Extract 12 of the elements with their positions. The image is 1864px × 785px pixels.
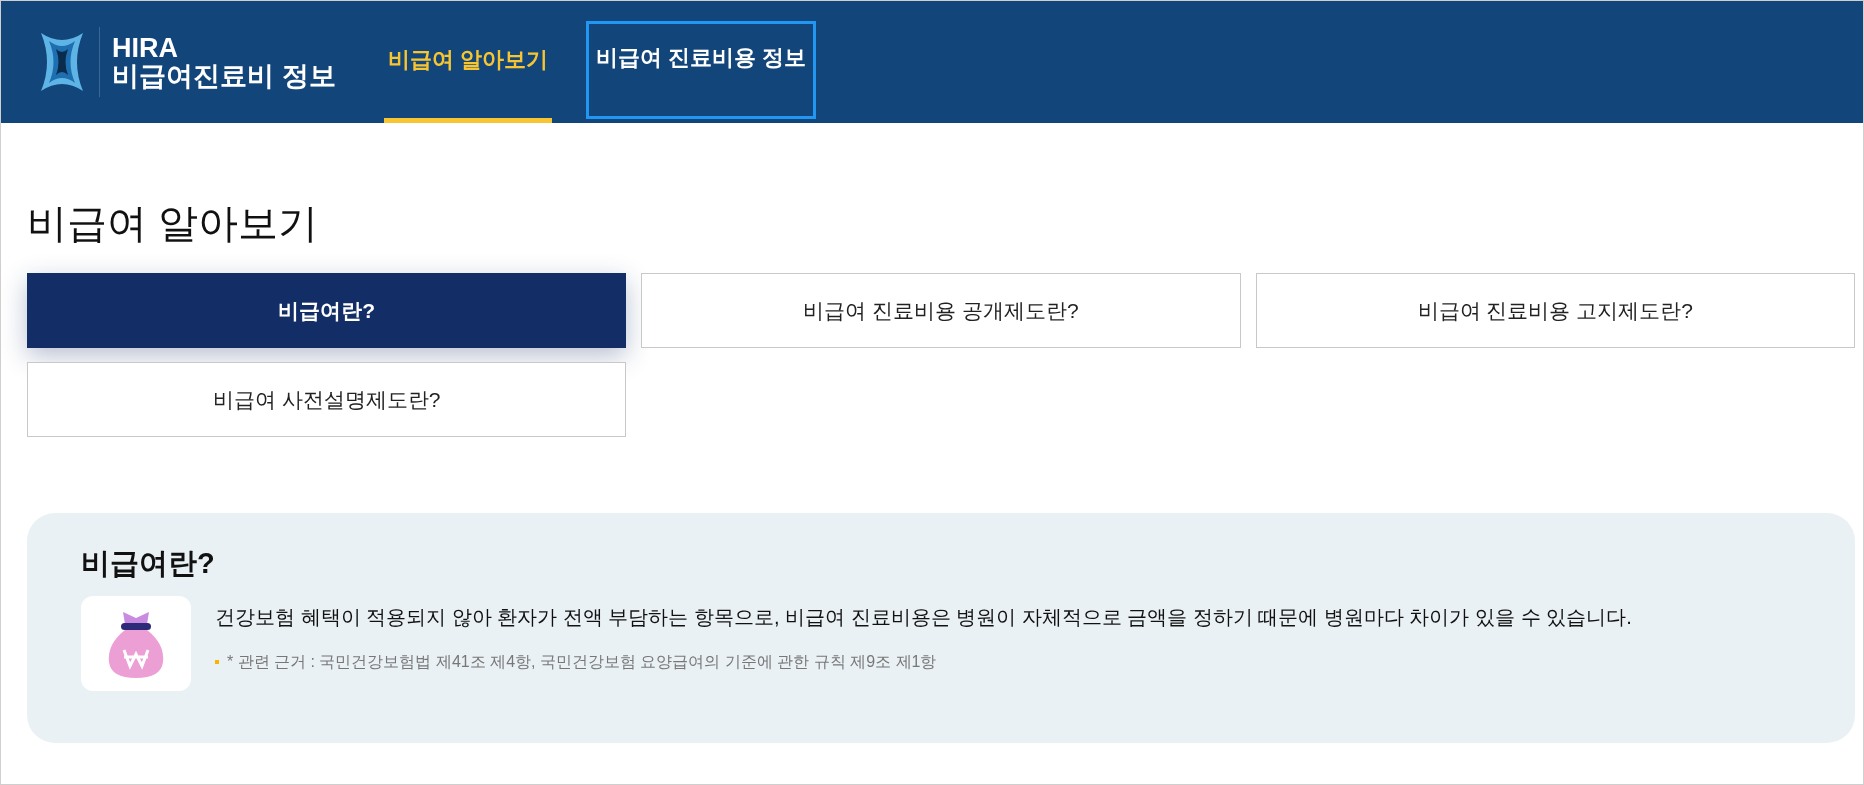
nav-tab[interactable]: 비급여 알아보기	[383, 1, 552, 123]
logo-subtitle: 비급여진료비 정보	[112, 62, 336, 91]
nav-tab[interactable]: 비급여 진료비용 정보	[585, 21, 816, 119]
info-title: 비급여란?	[81, 549, 216, 578]
info-note: * 관련 근거 : 국민건강보험법 제41조 제4항, 국민건강보험 요양급여의 기준에 관한 규칙 제9조 제1항	[227, 652, 937, 672]
topic-tab[interactable]: 비급여 진료비용 고지제도란?	[1255, 273, 1855, 348]
page-title: 비급여 알아보기	[27, 203, 320, 243]
topic-tab[interactable]: 비급여 진료비용 공개제도란?	[641, 273, 1241, 348]
topic-tab[interactable]: 비급여란?	[27, 273, 627, 348]
info-description: 건강보험 혜택이 적용되지 않아 환자가 전액 부담하는 항목으로, 비급여 진료비용은 병원이 자체적으로 금액을 정하기 때문에 병원마다 차이가 있을 수 있습니다.	[215, 605, 1632, 630]
logo-title: HIRA	[112, 33, 179, 62]
topic-tab[interactable]: 비급여 사전설명제도란?	[27, 362, 627, 437]
